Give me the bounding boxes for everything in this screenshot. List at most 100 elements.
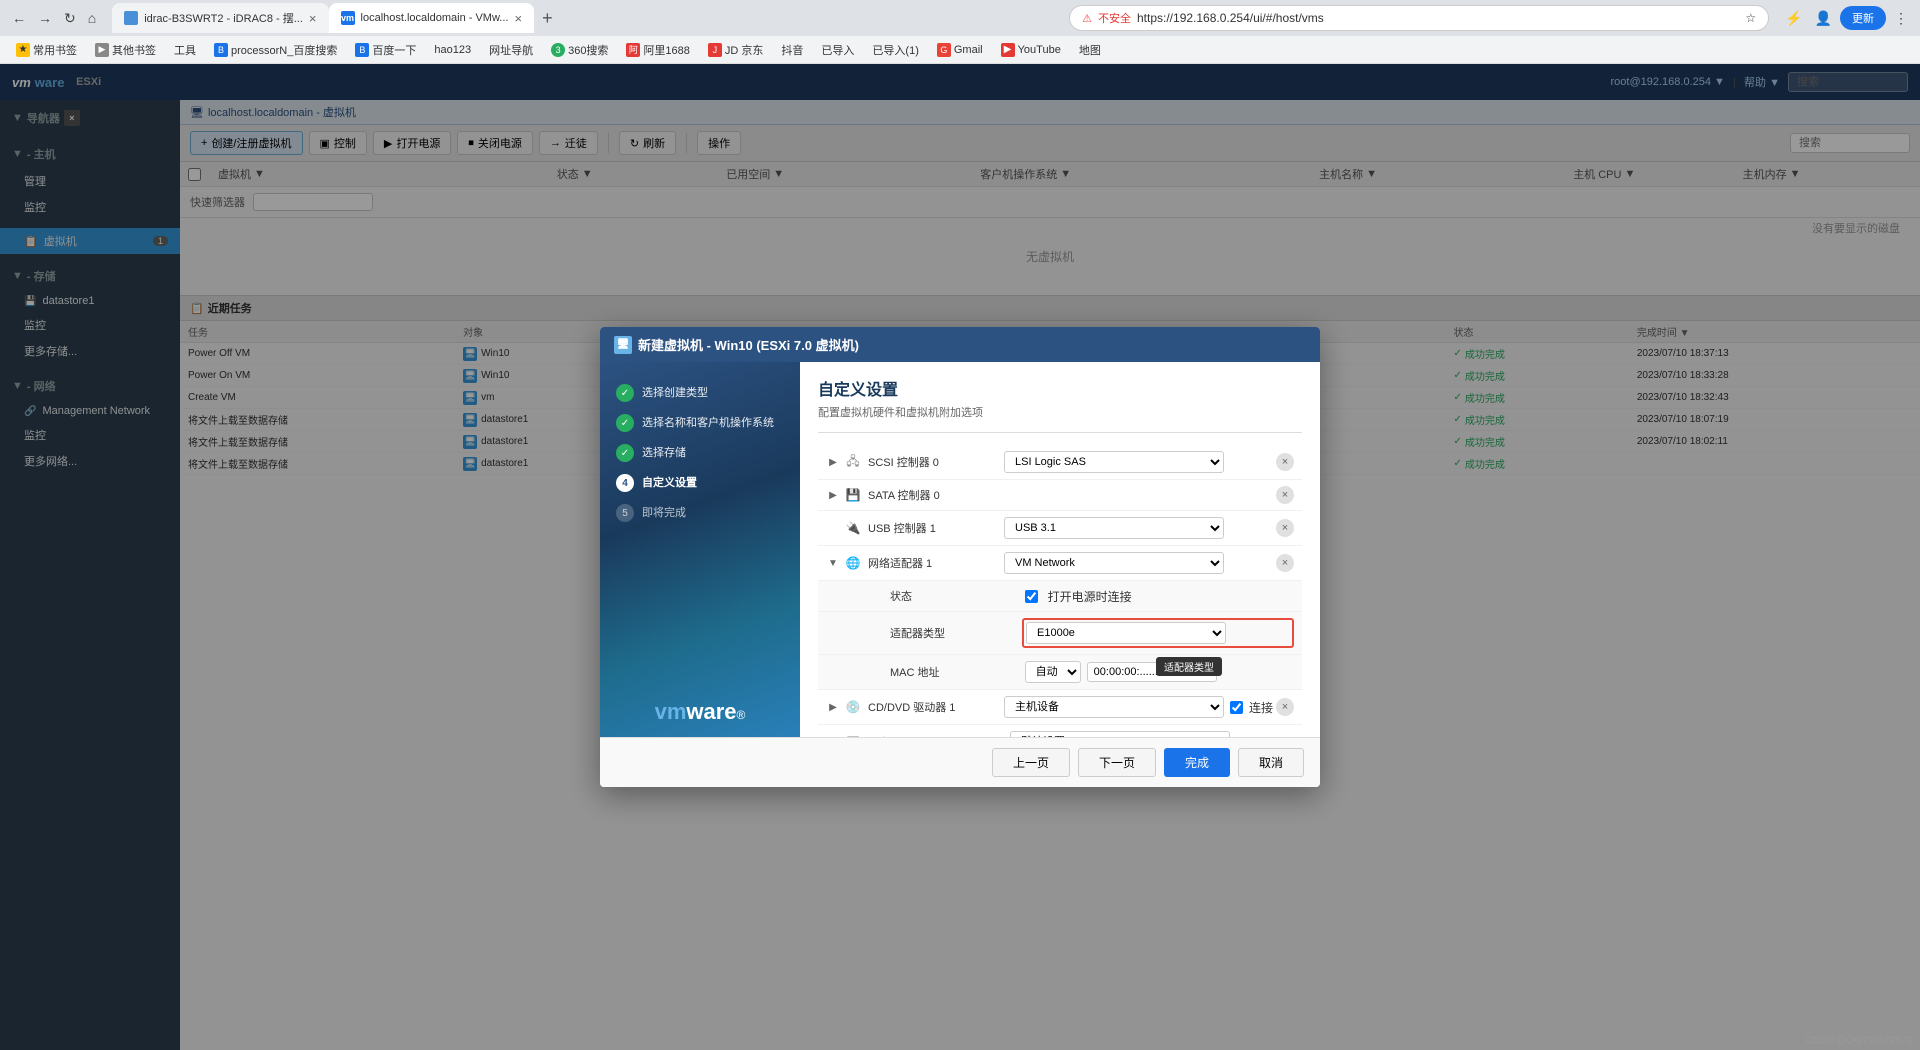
bookmark-360[interactable]: 3 360搜索 [543, 40, 616, 60]
cancel-button[interactable]: 取消 [1238, 748, 1304, 777]
cdrom-icon: 💿 [844, 698, 862, 716]
step-3: ✓ 选择存储 [612, 438, 788, 468]
forward-button[interactable]: → [34, 8, 56, 28]
bookmark-icon-baidu2: B [355, 43, 369, 57]
bookmark-label-jd: JD 京东 [725, 42, 764, 58]
adapter-type-select[interactable]: E1000e [1026, 622, 1226, 644]
step-3-num: ✓ [616, 444, 634, 462]
back-button[interactable]: ← [8, 8, 30, 28]
url-text[interactable]: https://192.168.0.254/ui/#/host/vms [1137, 11, 1739, 25]
bookmark-icon-youtube: ▶ [1001, 43, 1015, 57]
hw-adapter-type-row: ▶ 适配器类型 E1000e 适配器类型 [818, 612, 1302, 655]
bookmark-hao123[interactable]: hao123 [426, 42, 479, 58]
finish-button[interactable]: 完成 [1164, 748, 1230, 777]
net-status-control: 打开电源时连接 [1025, 588, 1294, 605]
usb-control: USB 3.1 [1004, 517, 1276, 539]
mac-auto-select[interactable]: 自动 [1025, 661, 1081, 683]
step-5-num: 5 [616, 504, 634, 522]
net-status-label: 状态 [890, 588, 1025, 604]
home-button[interactable]: ⌂ [84, 8, 100, 28]
scsi-select[interactable]: LSI Logic SAS [1004, 451, 1224, 473]
cdrom-control: 主机设备 连接 [1004, 696, 1276, 718]
bookmark-label-gmail: Gmail [954, 44, 983, 56]
cdrom-expand-btn[interactable]: ▶ [826, 700, 840, 714]
bookmark-icon-baidu1: B [214, 43, 228, 57]
bookmark-ali[interactable]: 阿 阿里1688 [618, 40, 697, 60]
browser-chrome: ← → ↻ ⌂ idrac-B3SWRT2 - iDRAC8 - 摆... × … [0, 0, 1920, 36]
bookmark-changyu[interactable]: ★ 常用书签 [8, 40, 85, 60]
net-remove-btn[interactable]: × [1276, 554, 1294, 572]
sata-expand-btn[interactable]: ▶ [826, 488, 840, 502]
cdrom-label: CD/DVD 驱动器 1 [868, 699, 1004, 715]
net-status-check-label: 打开电源时连接 [1048, 588, 1132, 605]
bookmark-tools[interactable]: 工具 [166, 40, 204, 60]
bookmark-jd[interactable]: J JD 京东 [700, 40, 772, 60]
bookmark-maps[interactable]: 地图 [1071, 40, 1109, 60]
step-2: ✓ 选择名称和客户机操作系统 [612, 408, 788, 438]
cdrom-connect-checkbox[interactable] [1230, 701, 1243, 714]
usb-select[interactable]: USB 3.1 [1004, 517, 1224, 539]
mac-label: MAC 地址 [890, 664, 1025, 680]
adapter-type-control: E1000e [1022, 618, 1294, 648]
bookmark-baidu[interactable]: B 百度一下 [347, 40, 424, 60]
profile-button[interactable]: 👤 [1811, 6, 1836, 31]
tab-favicon-vmware: vm [341, 11, 355, 25]
bookmark-import2[interactable]: 已导入(1) [864, 40, 926, 60]
update-button[interactable]: 更新 [1840, 6, 1886, 30]
net-expand-btn[interactable]: ▼ [826, 556, 840, 570]
modal-steps: ✓ 选择创建类型 ✓ 选择名称和客户机操作系统 ✓ 选择存储 4 自定义设置 [600, 362, 800, 687]
usb-label: USB 控制器 1 [868, 520, 1004, 536]
tab-close-idrac[interactable]: × [309, 11, 317, 26]
bookmark-label-ali: 阿里1688 [643, 42, 689, 58]
step-4: 4 自定义设置 [612, 468, 788, 498]
browser-controls: ← → ↻ ⌂ [8, 8, 100, 29]
modal-steps-panel: ✓ 选择创建类型 ✓ 选择名称和客户机操作系统 ✓ 选择存储 4 自定义设置 [600, 362, 800, 737]
step-4-num: 4 [616, 474, 634, 492]
browser-actions: ⚡ 👤 更新 ⋮ [1781, 6, 1912, 31]
next-button[interactable]: 下一页 [1078, 748, 1156, 777]
new-tab-button[interactable]: + [534, 8, 561, 29]
step-3-label: 选择存储 [642, 444, 686, 460]
cdrom-select[interactable]: 主机设备 [1004, 696, 1224, 718]
bookmark-icon-ali: 阿 [626, 43, 640, 57]
cdrom-remove-btn[interactable]: × [1276, 698, 1294, 716]
scsi-icon: 🖧 [844, 453, 862, 471]
hw-sata-row: ▶ 💾 SATA 控制器 0 × [818, 480, 1302, 511]
scsi-remove-btn[interactable]: × [1276, 453, 1294, 471]
tab-close-vmware[interactable]: × [514, 11, 522, 26]
bookmark-star-icon[interactable]: ☆ [1745, 11, 1756, 25]
scsi-expand-btn[interactable]: ▶ [826, 455, 840, 469]
step-2-num: ✓ [616, 414, 634, 432]
tab-idrac[interactable]: idrac-B3SWRT2 - iDRAC8 - 摆... × [112, 3, 328, 33]
usb-icon: 🔌 [844, 519, 862, 537]
step-1: ✓ 选择创建类型 [612, 378, 788, 408]
tab-title-vmware: localhost.localdomain - VMw... [361, 12, 509, 24]
sata-label: SATA 控制器 0 [868, 487, 1004, 503]
bookmark-youtube[interactable]: ▶ YouTube [993, 41, 1069, 59]
address-bar[interactable]: ⚠ 不安全 https://192.168.0.254/ui/#/host/vm… [1069, 5, 1769, 31]
bookmark-import1[interactable]: 已导入 [813, 40, 862, 60]
net-status-checkbox[interactable] [1025, 590, 1038, 603]
bookmark-label-import1: 已导入 [821, 42, 854, 58]
sata-remove-btn[interactable]: × [1276, 486, 1294, 504]
menu-button[interactable]: ⋮ [1890, 6, 1912, 31]
refresh-button[interactable]: ↻ [60, 8, 80, 29]
prev-button[interactable]: 上一页 [992, 748, 1070, 777]
bookmark-nav[interactable]: 网址导航 [481, 40, 541, 60]
step-5-label: 即将完成 [642, 504, 686, 520]
bookmark-douyin[interactable]: 抖音 [773, 40, 811, 60]
step-2-label: 选择名称和客户机操作系统 [642, 414, 774, 430]
tab-vmware[interactable]: vm localhost.localdomain - VMw... × [329, 3, 535, 33]
usb-remove-btn[interactable]: × [1276, 519, 1294, 537]
hw-usb-row: ▶ 🔌 USB 控制器 1 USB 3.1 × [818, 511, 1302, 546]
step-5: 5 即将完成 [612, 498, 788, 528]
bookmark-baidu-processor[interactable]: B processorN_百度搜索 [206, 40, 345, 60]
net-select[interactable]: VM Network [1004, 552, 1224, 574]
modal-body: ✓ 选择创建类型 ✓ 选择名称和客户机操作系统 ✓ 选择存储 4 自定义设置 [600, 362, 1320, 737]
bookmark-gmail[interactable]: G Gmail [929, 41, 991, 59]
net-control: VM Network [1004, 552, 1276, 574]
step-4-label: 自定义设置 [642, 474, 697, 490]
extension-button[interactable]: ⚡ [1781, 6, 1806, 31]
bookmark-other[interactable]: ▶ 其他书签 [87, 40, 164, 60]
bookmark-label-maps: 地图 [1079, 42, 1101, 58]
